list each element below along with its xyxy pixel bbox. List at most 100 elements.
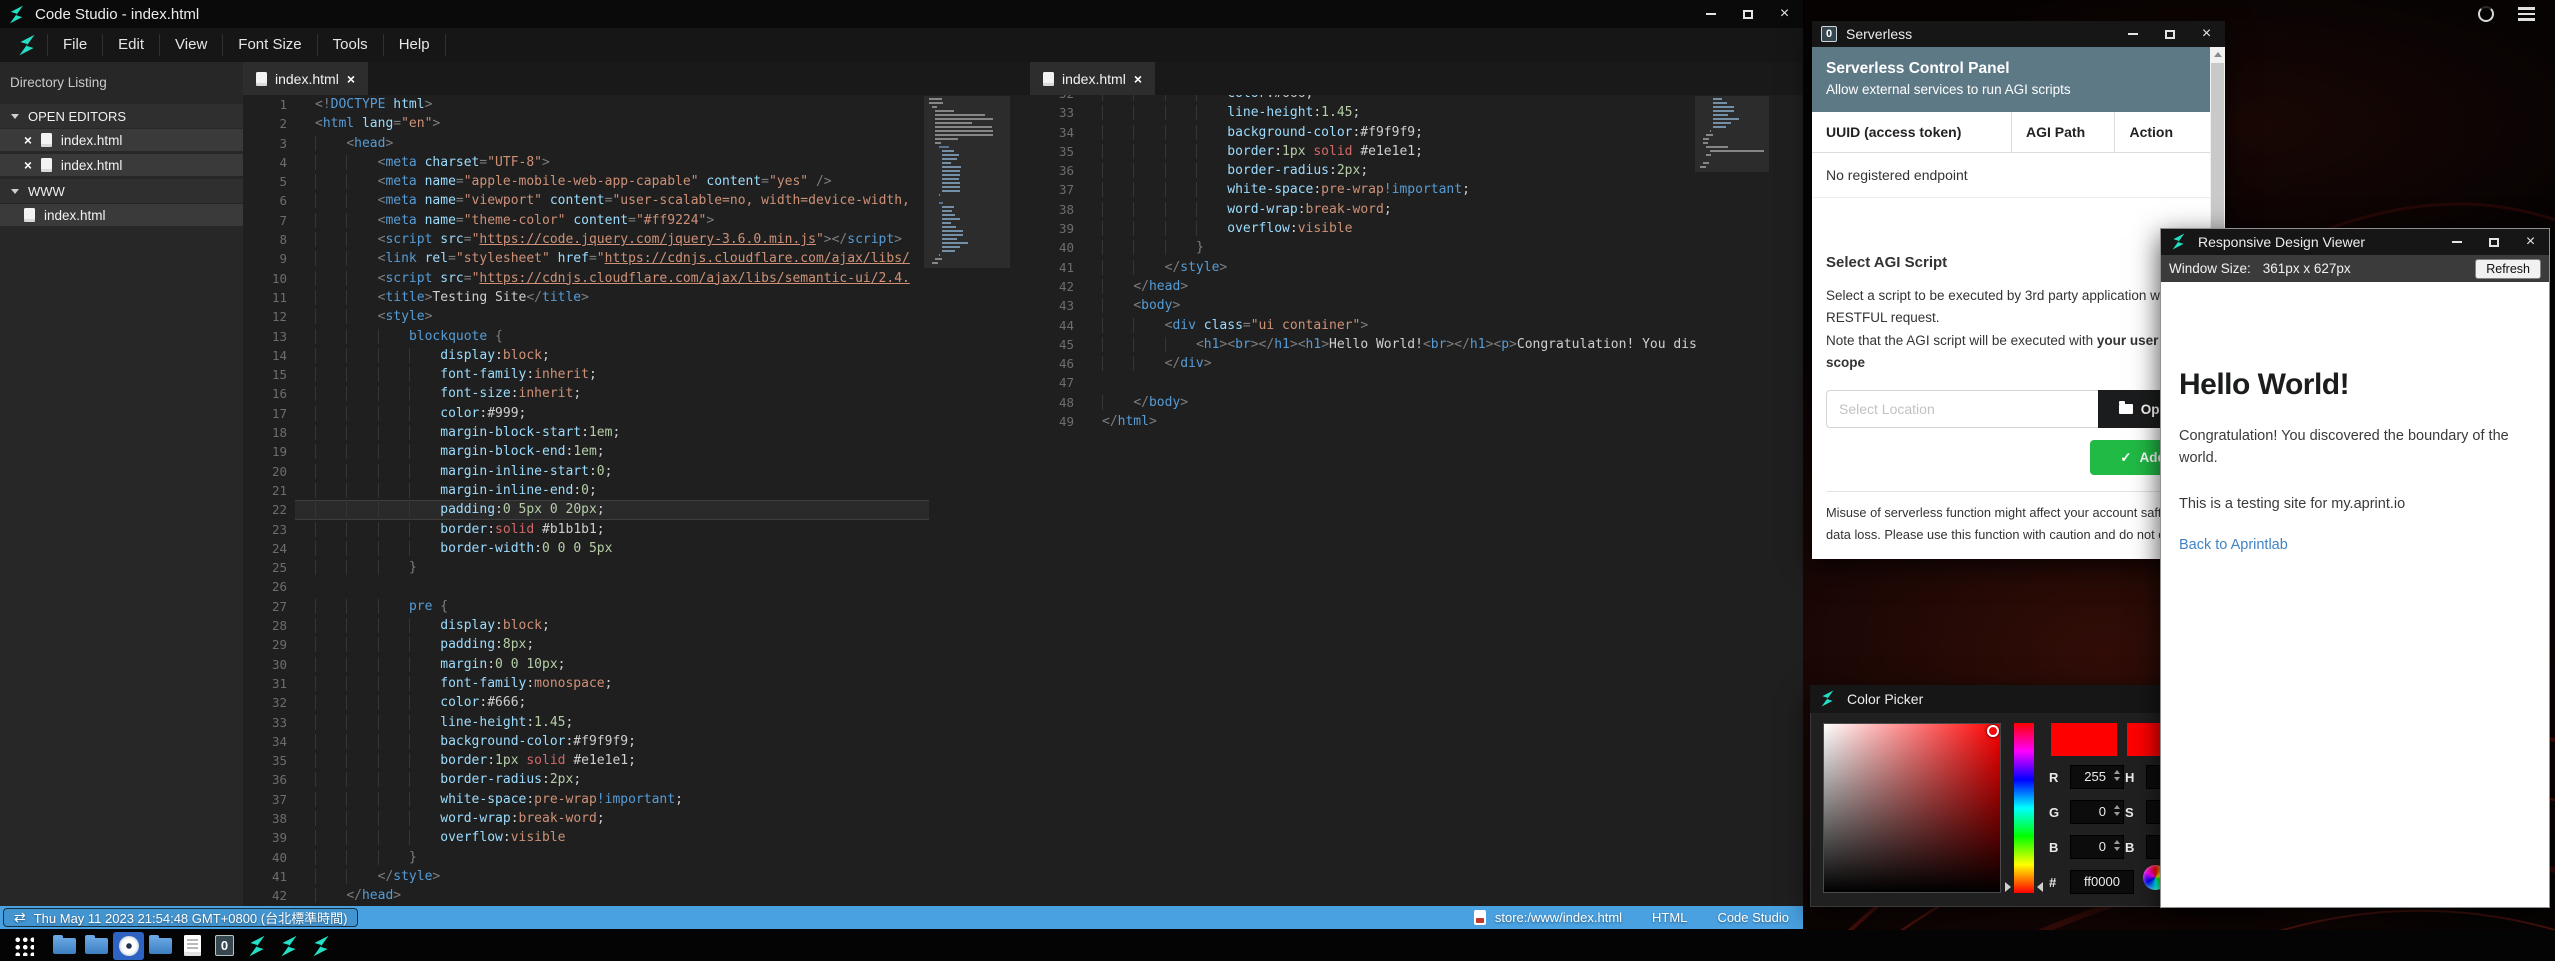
- taskbar-code-studio-icon[interactable]: [273, 932, 304, 960]
- sidebar-section-open-editors[interactable]: OPEN EDITORS: [0, 104, 243, 128]
- taskbar-code-studio-icon[interactable]: [241, 932, 272, 960]
- code-content[interactable]: color:#666; line-height:1.45; background…: [1082, 95, 1700, 431]
- rgb-input-b[interactable]: 0: [2070, 835, 2124, 859]
- code-line-46[interactable]: </div>: [1082, 354, 1700, 373]
- sidebar-section-www[interactable]: WWW: [0, 179, 243, 203]
- sidebar-item-index.html[interactable]: ×index.html: [0, 129, 243, 151]
- stepper-arrows-icon[interactable]: [2114, 805, 2120, 816]
- hue-slider[interactable]: [2014, 723, 2034, 893]
- code-line-27[interactable]: pre {: [295, 597, 929, 616]
- tab-close-icon[interactable]: ×: [1134, 71, 1142, 87]
- code-line-32[interactable]: color:#666;: [1082, 95, 1700, 103]
- menu-tools[interactable]: Tools: [317, 34, 383, 56]
- taskbar-code-studio-icon[interactable]: [305, 932, 336, 960]
- taskbar-app-grid-icon[interactable]: [8, 932, 39, 960]
- menu-font-size[interactable]: Font Size: [222, 34, 316, 56]
- code-line-28[interactable]: display:block;: [295, 616, 929, 635]
- code-line-14[interactable]: display:block;: [295, 346, 929, 365]
- rgb-input-g[interactable]: 0: [2070, 800, 2124, 824]
- code-content[interactable]: <!DOCTYPE html><html lang="en"> <head> <…: [295, 95, 929, 905]
- maximize-button[interactable]: [1729, 0, 1766, 28]
- hex-input[interactable]: ff0000: [2070, 870, 2134, 894]
- code-line-7[interactable]: <meta name="theme-color" content="#ff922…: [295, 211, 929, 230]
- code-line-13[interactable]: blockquote {: [295, 327, 929, 346]
- code-line-39[interactable]: overflow:visible: [1082, 219, 1700, 238]
- minimize-button[interactable]: [1692, 0, 1729, 28]
- code-line-45[interactable]: <h1><br></h1><h1>Hello World!<br></h1><p…: [1082, 335, 1700, 354]
- code-line-38[interactable]: word-wrap:break-word;: [295, 809, 929, 828]
- taskbar-document-icon[interactable]: [177, 932, 208, 960]
- maximize-button[interactable]: [2151, 21, 2188, 47]
- close-button[interactable]: ×: [1766, 0, 1803, 28]
- code-editor[interactable]: 323334353637383940414243444546474849 col…: [1030, 95, 1803, 906]
- code-line-23[interactable]: border:solid #b1b1b1;: [295, 520, 929, 539]
- minimize-button[interactable]: [2114, 21, 2151, 47]
- code-line-39[interactable]: overflow:visible: [295, 828, 929, 847]
- code-line-19[interactable]: margin-block-end:1em;: [295, 442, 929, 461]
- code-line-22[interactable]: padding:0 5px 0 20px;: [295, 500, 929, 519]
- code-line-36[interactable]: border-radius:2px;: [1082, 161, 1700, 180]
- code-line-12[interactable]: <style>: [295, 307, 929, 326]
- scrollbar-thumb[interactable]: [2211, 63, 2224, 233]
- code-line-31[interactable]: font-family:monospace;: [295, 674, 929, 693]
- menu-edit[interactable]: Edit: [102, 34, 159, 56]
- code-line-41[interactable]: </style>: [1082, 258, 1700, 277]
- code-line-33[interactable]: line-height:1.45;: [295, 713, 929, 732]
- code-line-25[interactable]: }: [295, 558, 929, 577]
- code-line-35[interactable]: border:1px solid #e1e1e1;: [1082, 142, 1700, 161]
- taskbar-folder-icon[interactable]: [49, 932, 80, 960]
- hue-slider-arrow-right-icon[interactable]: [2037, 882, 2043, 892]
- minimap-viewport[interactable]: [924, 96, 1010, 268]
- code-line-38[interactable]: word-wrap:break-word;: [1082, 200, 1700, 219]
- code-line-20[interactable]: margin-inline-start:0;: [295, 462, 929, 481]
- loading-spinner-icon[interactable]: [2478, 6, 2494, 22]
- saturation-field[interactable]: [1823, 723, 2001, 893]
- close-icon[interactable]: ×: [24, 158, 32, 173]
- code-line-40[interactable]: }: [1082, 238, 1700, 257]
- code-line-6[interactable]: <meta name="viewport" content="user-scal…: [295, 191, 929, 210]
- menu-view[interactable]: View: [159, 34, 222, 56]
- stepper-arrows-icon[interactable]: [2114, 840, 2120, 851]
- code-line-8[interactable]: <script src="https://code.jquery.com/jqu…: [295, 230, 929, 249]
- code-line-43[interactable]: <body>: [1082, 296, 1700, 315]
- back-link[interactable]: Back to Aprintlab: [2179, 537, 2531, 553]
- taskbar-folder-icon[interactable]: [81, 932, 112, 960]
- code-line-10[interactable]: <script src="https://cdnjs.cloudflare.co…: [295, 269, 929, 288]
- location-input[interactable]: [1826, 390, 2098, 428]
- code-line-9[interactable]: <link rel="stylesheet" href="https://cdn…: [295, 249, 929, 268]
- datetime-button[interactable]: ⇄ Thu May 11 2023 21:54:48 GMT+0800 (台北標…: [3, 908, 358, 927]
- code-line-24[interactable]: border-width:0 0 0 5px: [295, 539, 929, 558]
- taskbar-disc-icon[interactable]: [113, 932, 144, 960]
- scroll-up-icon[interactable]: [2210, 47, 2225, 62]
- rgb-input-r[interactable]: 255: [2070, 765, 2124, 789]
- taskbar-folder-icon[interactable]: [145, 932, 176, 960]
- status-file-type[interactable]: HTML: [1652, 910, 1687, 925]
- code-line-18[interactable]: margin-block-start:1em;: [295, 423, 929, 442]
- code-line-2[interactable]: <html lang="en">: [295, 114, 929, 133]
- code-line-15[interactable]: font-family:inherit;: [295, 365, 929, 384]
- code-line-48[interactable]: </body>: [1082, 393, 1700, 412]
- status-app-name[interactable]: Code Studio: [1717, 910, 1789, 925]
- code-line-17[interactable]: color:#999;: [295, 404, 929, 423]
- code-line-34[interactable]: background-color:#f9f9f9;: [295, 732, 929, 751]
- maximize-button[interactable]: [2475, 229, 2512, 255]
- hamburger-menu-icon[interactable]: [2518, 7, 2535, 21]
- close-icon[interactable]: ×: [24, 133, 32, 148]
- code-line-29[interactable]: padding:8px;: [295, 635, 929, 654]
- code-line-11[interactable]: <title>Testing Site</title>: [295, 288, 929, 307]
- code-line-32[interactable]: color:#666;: [295, 693, 929, 712]
- hue-slider-arrow-left-icon[interactable]: [2005, 882, 2011, 892]
- code-line-44[interactable]: <div class="ui container">: [1082, 316, 1700, 335]
- sidebar-item-index.html[interactable]: index.html: [0, 204, 243, 226]
- status-file[interactable]: store:/www/index.html: [1474, 910, 1622, 925]
- code-line-16[interactable]: font-size:inherit;: [295, 384, 929, 403]
- code-line-33[interactable]: line-height:1.45;: [1082, 103, 1700, 122]
- refresh-button[interactable]: Refresh: [2475, 259, 2541, 279]
- code-line-40[interactable]: }: [295, 848, 929, 867]
- code-line-26[interactable]: [295, 577, 929, 596]
- menu-file[interactable]: File: [47, 34, 102, 56]
- saturation-marker[interactable]: [1987, 725, 1999, 737]
- tab-index-html[interactable]: index.html ×: [243, 62, 368, 95]
- code-line-21[interactable]: margin-inline-end:0;: [295, 481, 929, 500]
- close-button[interactable]: ×: [2512, 229, 2549, 255]
